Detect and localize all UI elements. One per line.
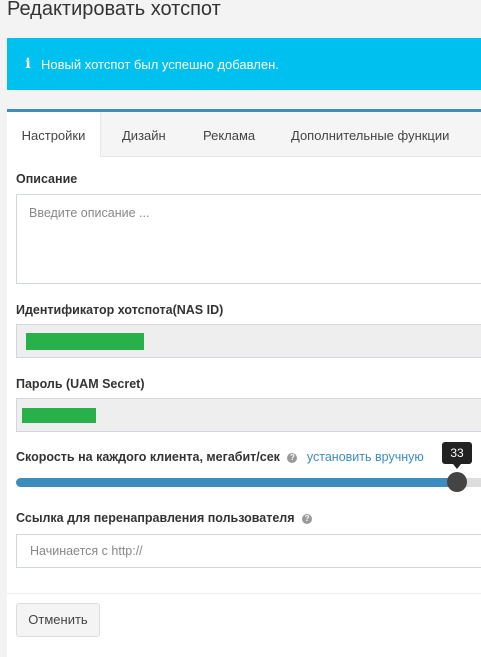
question-circle-icon[interactable]: ? (302, 514, 313, 524)
success-alert: i Новый хотспот был успешно добавлен. (7, 38, 481, 90)
nas-id-label: Идентификатор хотспота(NAS ID) (16, 303, 224, 317)
info-icon: i (25, 56, 31, 72)
redirect-url-label: Ссылка для перенаправления пользователя (16, 511, 295, 525)
tab-settings[interactable]: Настройки (7, 112, 101, 157)
speed-slider[interactable] (16, 472, 481, 492)
slider-value-tooltip: 33 (442, 442, 472, 469)
redaction-bar (22, 408, 96, 423)
description-label: Описание (16, 172, 78, 186)
speed-label-row: Скорость на каждого клиента, мегабит/сек… (16, 450, 424, 464)
redirect-url-input[interactable]: Начинается с http:// (16, 534, 481, 568)
question-circle-icon[interactable]: ? (287, 453, 298, 463)
tab-design[interactable]: Дизайн (122, 112, 166, 156)
speed-label: Скорость на каждого клиента, мегабит/сек (16, 450, 280, 464)
redaction-bar (26, 333, 144, 350)
cancel-button[interactable]: Отменить (16, 603, 100, 637)
settings-panel: Настройки Дизайн Реклама Дополнительные … (7, 109, 481, 657)
divider (7, 593, 481, 594)
page-title: Редактировать хотспот (7, 0, 221, 20)
uam-secret-label: Пароль (UAM Secret) (16, 377, 145, 391)
nas-id-field (16, 324, 481, 358)
tab-advertising[interactable]: Реклама (203, 112, 255, 156)
slider-fill (16, 478, 457, 487)
set-manually-link[interactable]: установить вручную (307, 450, 424, 464)
uam-secret-field (16, 398, 481, 432)
alert-message: Новый хотспот был успешно добавлен. (41, 56, 279, 72)
redirect-url-placeholder: Начинается с http:// (30, 544, 143, 558)
redirect-label-row: Ссылка для перенаправления пользователя … (16, 511, 313, 525)
slider-handle[interactable] (447, 472, 467, 492)
tab-bar: Настройки Дизайн Реклама Дополнительные … (7, 112, 481, 157)
description-placeholder: Введите описание ... (29, 206, 150, 220)
tab-extra-features[interactable]: Дополнительные функции (291, 112, 449, 156)
description-textarea[interactable]: Введите описание ... (16, 194, 481, 284)
